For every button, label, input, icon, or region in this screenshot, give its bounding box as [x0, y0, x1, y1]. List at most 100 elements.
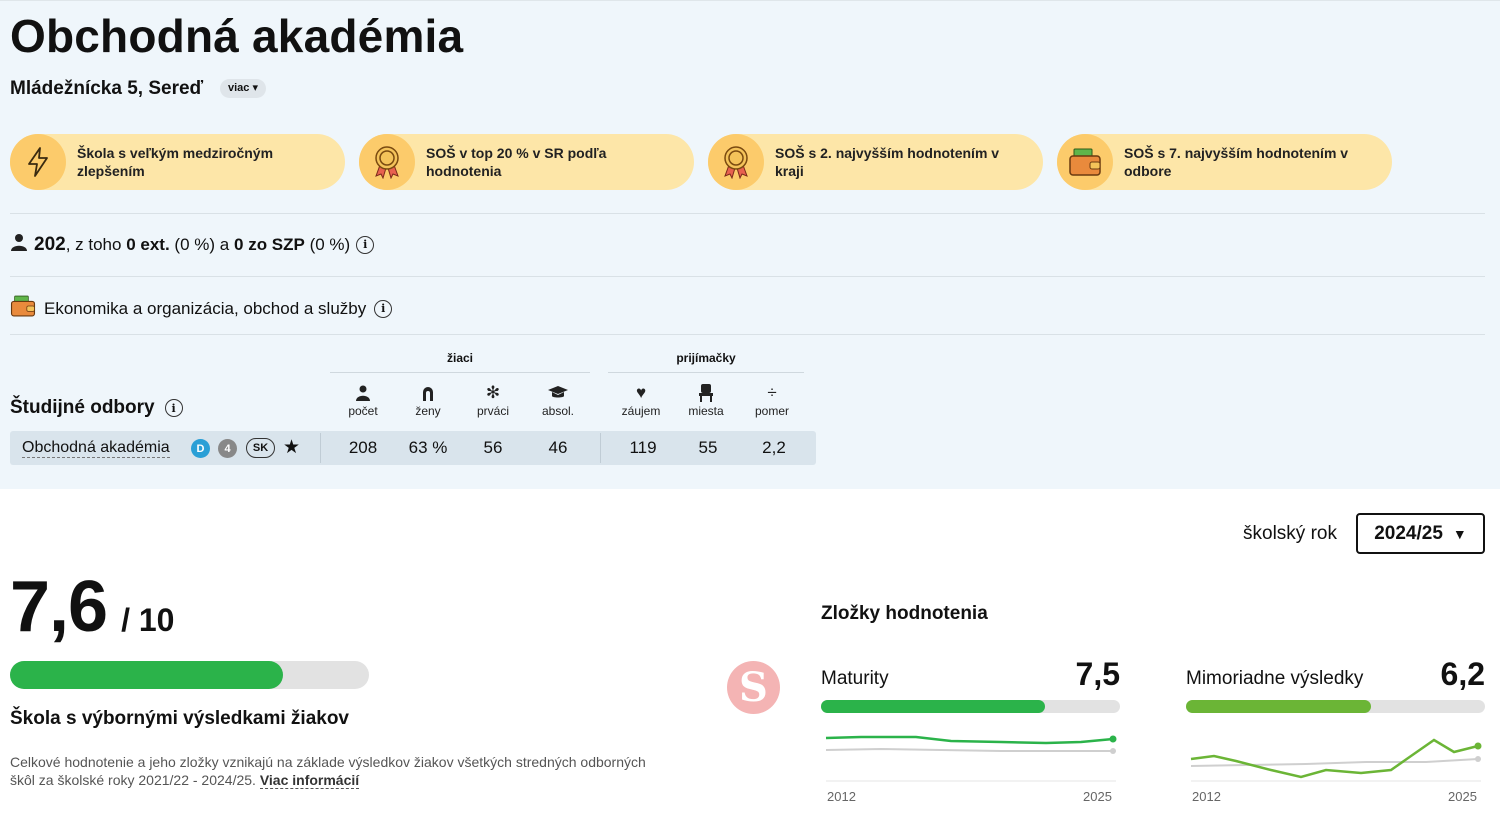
cell-women: 63 % — [408, 438, 448, 457]
program-name-link[interactable]: Obchodná akadémia — [22, 438, 170, 458]
page-title: Obchodná akadémia — [10, 10, 464, 62]
column-label: pomer — [754, 404, 789, 418]
info-icon[interactable]: i — [164, 399, 183, 417]
divider — [600, 433, 601, 463]
lightning-icon — [10, 134, 66, 190]
divide-icon: ÷ — [767, 383, 777, 402]
badge-field-rank[interactable]: SOŠ s 7. najvyšším hodnotením v odbore — [1057, 134, 1392, 190]
badge-text: SOŠ s 7. najvyšším hodnotením v odbore — [1124, 145, 1349, 179]
group-divider — [608, 372, 804, 373]
column-header-women: ženy — [395, 382, 461, 418]
school-year-select[interactable]: 2024/25 ▼ — [1356, 513, 1485, 554]
years-badge: 4 — [218, 439, 237, 458]
group-admissions-header: prijímačky — [676, 351, 736, 365]
star-icon: ★ — [283, 437, 301, 458]
more-info-button[interactable]: viac ▾ — [220, 79, 266, 98]
group-divider — [330, 372, 590, 373]
divider — [10, 334, 1485, 335]
table-row[interactable]: Obchodná akadémia D 4 SK ★ 208 63 % 56 4… — [10, 431, 816, 465]
trend-endpoint — [1475, 756, 1481, 762]
school-address: Mládežnícka 5, Sereď — [10, 78, 204, 99]
component-bar-extraordinary — [1186, 700, 1485, 713]
column-header-count: počet — [330, 382, 396, 418]
selected-year: 2024/25 — [1374, 522, 1443, 544]
component-bar-fill — [821, 700, 1046, 713]
szp-label: zo SZP — [248, 234, 305, 254]
badge-text: SOŠ s 2. najvyšším hodnotením v kraji — [775, 145, 1000, 179]
cell-freshmen: 56 — [483, 438, 503, 457]
szp-count: 0 — [233, 234, 244, 254]
extraordinary-trend-chart — [1190, 738, 1482, 782]
school-trend-line — [825, 735, 1114, 745]
badge-top-20[interactable]: SOŠ v top 20 % v SR podľa hodnotenia — [359, 134, 694, 190]
overall-score-bar — [10, 661, 369, 689]
component-bar-fill — [1186, 700, 1372, 713]
component-value-maturity: 7,5 — [1075, 656, 1120, 692]
column-header-ratio: ÷ pomer — [739, 382, 805, 418]
cell-graduates: 46 — [548, 438, 568, 457]
cell-ratio: 2,2 — [762, 438, 786, 457]
graduation-cap-icon — [525, 382, 591, 404]
badge-region-rank[interactable]: SOŠ s 2. najvyšším hodnotením v kraji — [708, 134, 1043, 190]
column-label: prváci — [476, 404, 509, 418]
column-header-seats: miesta — [673, 382, 739, 418]
info-icon[interactable]: i — [356, 235, 375, 254]
column-label: počet — [348, 404, 378, 418]
ext-label: ext. — [140, 234, 170, 254]
divider — [10, 213, 1485, 214]
component-value-extraordinary: 6,2 — [1440, 656, 1485, 692]
medal-icon — [359, 134, 415, 190]
year-end: 2025 — [1448, 789, 1477, 804]
divider — [10, 276, 1485, 277]
components-title: Zložky hodnotenia — [821, 603, 988, 624]
caret-down-icon: ▼ — [1452, 525, 1467, 542]
trend-endpoint — [1110, 748, 1116, 754]
stat-text: a — [219, 234, 230, 254]
component-name-extraordinary: Mimoriadne výsledky — [1186, 668, 1364, 689]
column-label: miesta — [688, 404, 724, 418]
year-start: 2012 — [1192, 789, 1221, 804]
brand-logo: S — [727, 661, 780, 714]
field-of-study: Ekonomika a organizácia, obchod a služby… — [10, 294, 393, 323]
cell-interest: 119 — [629, 438, 657, 457]
trend-endpoint — [1109, 735, 1117, 743]
info-icon[interactable]: i — [374, 299, 393, 318]
column-label: ženy — [415, 404, 441, 418]
component-name-maturity: Maturity — [821, 668, 889, 689]
section-title-text: Študijné odbory — [10, 397, 155, 418]
year-start: 2012 — [827, 789, 856, 804]
rating-note: Celkové hodnotenie a jeho zložky vznikaj… — [10, 753, 650, 789]
wallet-icon — [10, 294, 36, 323]
field-label: Ekonomika a organizácia, obchod a služby — [44, 298, 367, 318]
szp-percent: (0 %) — [309, 234, 351, 254]
school-trend-line — [1190, 738, 1479, 779]
cell-seats: 55 — [698, 438, 718, 457]
day-study-badge: D — [191, 439, 210, 458]
cell-count: 208 — [348, 438, 378, 457]
student-stats: 202, z toho 0 ext. (0 %) a 0 zo SZP (0 %… — [10, 233, 375, 256]
divider — [320, 433, 321, 463]
badge-improvement[interactable]: Škola s veľkým medziročným zlepšením — [10, 134, 345, 190]
overall-score-fill — [10, 661, 283, 689]
score-max: / 10 — [121, 602, 175, 638]
year-end: 2025 — [1083, 789, 1112, 804]
wallet-icon — [1057, 134, 1113, 190]
trend-endpoint — [1474, 742, 1482, 750]
woman-icon — [395, 382, 461, 404]
overall-score: 7,6 / 10 — [10, 566, 174, 648]
average-trend-line — [825, 747, 1113, 752]
column-label: absol. — [541, 404, 575, 418]
school-header-section: Obchodná akadémia Mládežnícka 5, Sereď v… — [0, 0, 1500, 489]
more-info-link[interactable]: Viac informácií — [259, 772, 360, 789]
score-value: 7,6 — [10, 567, 108, 647]
person-icon — [10, 233, 28, 256]
column-header-interest: ♥ záujem — [608, 382, 674, 418]
column-header-freshmen: ✻ prváci — [460, 382, 526, 418]
language-badge: SK — [246, 438, 275, 458]
asterisk-icon: ✻ — [485, 383, 501, 402]
person-icon — [330, 382, 396, 404]
group-students-header: žiaci — [446, 351, 473, 365]
medal-icon — [708, 134, 764, 190]
column-label: záujem — [621, 404, 661, 418]
rating-verdict: Škola s výbornými výsledkami žiakov — [10, 708, 350, 729]
